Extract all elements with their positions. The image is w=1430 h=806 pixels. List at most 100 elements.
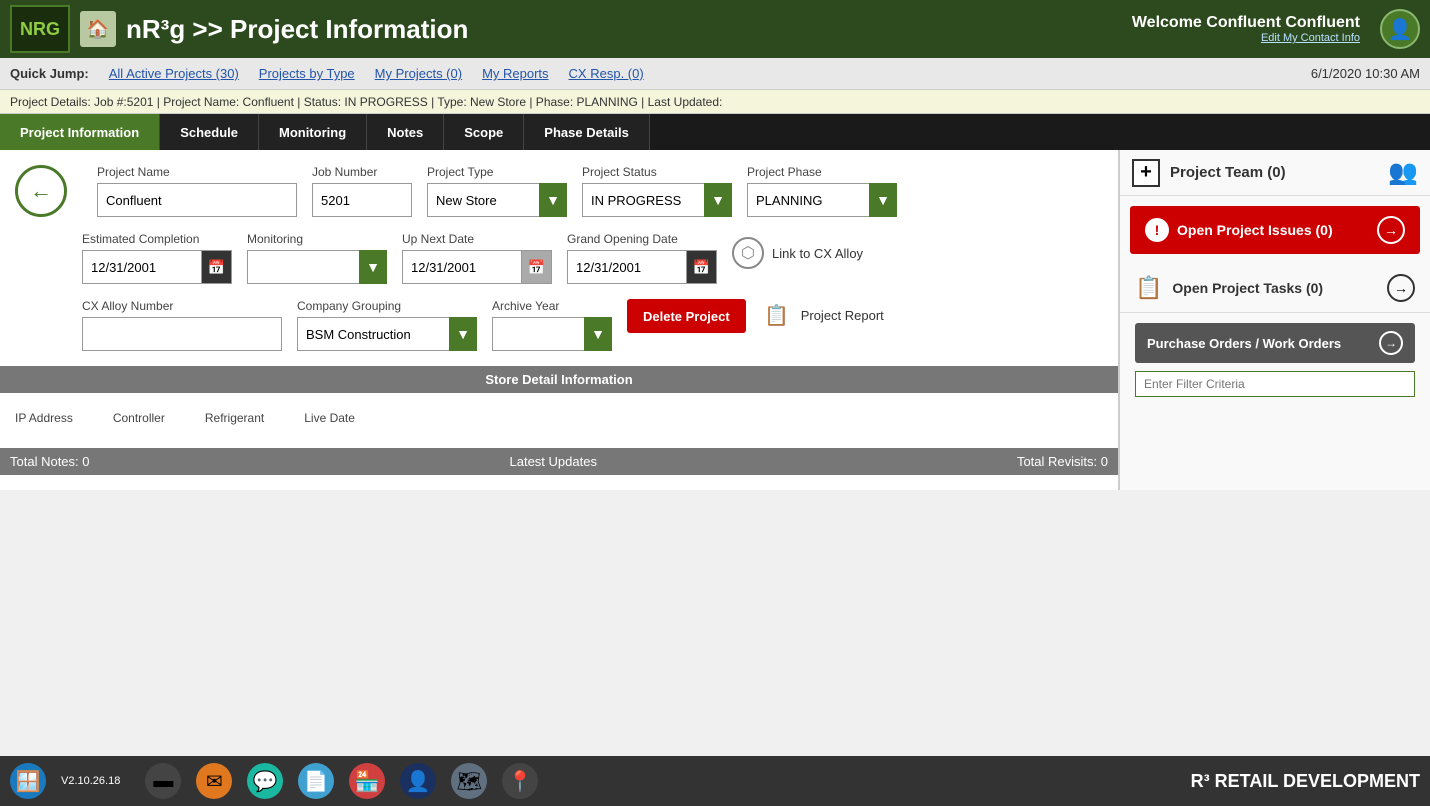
up-next-date-label: Up Next Date bbox=[402, 232, 552, 246]
grand-opening-input[interactable] bbox=[567, 250, 687, 284]
project-type-group: Project Type New Store Remodel Retrofit … bbox=[427, 165, 567, 217]
total-notes: Total Notes: 0 bbox=[10, 454, 90, 469]
all-active-projects-link[interactable]: All Active Projects (30) bbox=[109, 66, 239, 81]
taskbar-icon-location[interactable]: 📍 bbox=[502, 763, 538, 799]
project-phase-select[interactable]: PLANNING DESIGN CONSTRUCTION CLOSEOUT bbox=[747, 183, 897, 217]
taskbar-icon-email[interactable]: ✉ bbox=[196, 763, 232, 799]
team-label: Project Team (0) bbox=[1170, 164, 1378, 181]
welcome-area: Welcome Confluent Confluent Edit My Cont… bbox=[1132, 14, 1360, 44]
company-grouping-label: Company Grouping bbox=[297, 299, 477, 313]
delete-btn-container: Delete Project bbox=[627, 299, 746, 333]
job-number-label: Job Number bbox=[312, 165, 412, 179]
job-number-input[interactable] bbox=[312, 183, 412, 217]
taskbar-icon-app1[interactable]: ▬ bbox=[145, 763, 181, 799]
po-title: Purchase Orders / Work Orders bbox=[1147, 336, 1341, 351]
company-grouping-select-wrapper: BSM Construction Other ▼ bbox=[297, 317, 477, 351]
ip-address-label: IP Address bbox=[15, 411, 73, 425]
monitoring-group: Monitoring ▼ bbox=[247, 232, 387, 284]
estimated-completion-calendar-icon[interactable]: 📅 bbox=[202, 250, 232, 284]
form-row-3: CX Alloy Number Company Grouping BSM Con… bbox=[82, 299, 1103, 351]
cx-alloy-link-label: Link to CX Alloy bbox=[772, 246, 863, 261]
estimated-completion-input[interactable] bbox=[82, 250, 202, 284]
cx-alloy-number-label: CX Alloy Number bbox=[82, 299, 282, 313]
project-phase-select-wrapper: PLANNING DESIGN CONSTRUCTION CLOSEOUT ▼ bbox=[747, 183, 897, 217]
store-detail-row: IP Address Controller Refrigerant Live D… bbox=[15, 403, 1103, 433]
taskbar-icon-map[interactable]: 🗺 bbox=[451, 763, 487, 799]
tab-scope[interactable]: Scope bbox=[444, 114, 524, 150]
form-row-1: ← Project Name Job Number Project Type N… bbox=[15, 165, 1103, 217]
tab-notes[interactable]: Notes bbox=[367, 114, 444, 150]
project-type-select[interactable]: New Store Remodel Retrofit Other bbox=[427, 183, 567, 217]
project-type-label: Project Type bbox=[427, 165, 567, 179]
grand-opening-label: Grand Opening Date bbox=[567, 232, 717, 246]
po-header: Purchase Orders / Work Orders → bbox=[1135, 323, 1415, 363]
up-next-date-wrapper: 📅 bbox=[402, 250, 552, 284]
tab-monitoring[interactable]: Monitoring bbox=[259, 114, 367, 150]
open-project-issues-button[interactable]: ! Open Project Issues (0) → bbox=[1130, 206, 1420, 254]
taskbar-icon-doc[interactable]: 📄 bbox=[298, 763, 334, 799]
cx-alloy-link[interactable]: ⬡ Link to CX Alloy bbox=[732, 237, 863, 269]
issues-alert-icon: ! bbox=[1145, 218, 1169, 242]
tab-phase-details[interactable]: Phase Details bbox=[524, 114, 650, 150]
project-phase-group: Project Phase PLANNING DESIGN CONSTRUCTI… bbox=[747, 165, 897, 217]
taskbar-icon-store[interactable]: 🏪 bbox=[349, 763, 385, 799]
po-arrow-icon[interactable]: → bbox=[1379, 331, 1403, 355]
home-icon[interactable]: 🏠 bbox=[80, 11, 116, 47]
top-header: NRG 🏠 nR³g >> Project Information Welcom… bbox=[0, 0, 1430, 58]
grand-opening-calendar-icon[interactable]: 📅 bbox=[687, 250, 717, 284]
projects-by-type-link[interactable]: Projects by Type bbox=[259, 66, 355, 81]
up-next-date-calendar-icon[interactable]: 📅 bbox=[522, 250, 552, 284]
project-report-icon: 📋 bbox=[761, 299, 793, 331]
up-next-date-input[interactable] bbox=[402, 250, 522, 284]
company-grouping-group: Company Grouping BSM Construction Other … bbox=[297, 299, 477, 351]
tab-schedule[interactable]: Schedule bbox=[160, 114, 259, 150]
archive-year-select[interactable] bbox=[492, 317, 612, 351]
taskbar-icon-chat[interactable]: 💬 bbox=[247, 763, 283, 799]
project-status-label: Project Status bbox=[582, 165, 732, 179]
taskbar-version: V2.10.26.18 bbox=[61, 775, 120, 787]
add-team-member-button[interactable]: + bbox=[1132, 159, 1160, 187]
welcome-text: Welcome Confluent Confluent bbox=[1132, 14, 1360, 32]
project-name-input[interactable] bbox=[97, 183, 297, 217]
cx-alloy-number-input[interactable] bbox=[82, 317, 282, 351]
po-filter-input[interactable] bbox=[1135, 371, 1415, 397]
taskbar: 🪟 V2.10.26.18 ▬ ✉ 💬 📄 🏪 👤 🗺 📍 R³ RETAIL … bbox=[0, 756, 1430, 806]
cx-resp-link[interactable]: CX Resp. (0) bbox=[569, 66, 644, 81]
grand-opening-date-wrapper: 📅 bbox=[567, 250, 717, 284]
project-details-bar: Project Details: Job #:5201 | Project Na… bbox=[0, 90, 1430, 114]
right-panel: + Project Team (0) 👥 ! Open Project Issu… bbox=[1120, 150, 1430, 490]
refrigerant-label: Refrigerant bbox=[205, 411, 264, 425]
project-details-text: Project Details: Job #:5201 | Project Na… bbox=[10, 95, 722, 109]
taskbar-icon-windows[interactable]: 🪟 bbox=[10, 763, 46, 799]
up-next-date-group: Up Next Date 📅 bbox=[402, 232, 552, 284]
user-avatar[interactable]: 👤 bbox=[1380, 9, 1420, 49]
project-status-select[interactable]: IN PROGRESS PLANNING COMPLETE ON HOLD bbox=[582, 183, 732, 217]
notes-footer: Total Notes: 0 Latest Updates Total Revi… bbox=[0, 448, 1118, 475]
archive-year-select-wrapper: ▼ bbox=[492, 317, 612, 351]
job-number-group: Job Number bbox=[312, 165, 412, 217]
monitoring-select[interactable] bbox=[247, 250, 387, 284]
my-reports-link[interactable]: My Reports bbox=[482, 66, 548, 81]
archive-year-group: Archive Year ▼ bbox=[492, 299, 612, 351]
back-button[interactable]: ← bbox=[15, 165, 67, 217]
nrg-logo-box: NRG bbox=[10, 5, 70, 53]
datetime: 6/1/2020 10:30 AM bbox=[1311, 66, 1420, 81]
estimated-completion-date-wrapper: 📅 bbox=[82, 250, 232, 284]
taskbar-icon-user[interactable]: 👤 bbox=[400, 763, 436, 799]
project-report-link[interactable]: 📋 Project Report bbox=[761, 299, 884, 331]
issues-label: Open Project Issues (0) bbox=[1177, 222, 1369, 238]
edit-contact-link[interactable]: Edit My Contact Info bbox=[1132, 32, 1360, 44]
r3-retail-logo: R³ RETAIL DEVELOPMENT bbox=[1191, 771, 1420, 792]
my-projects-link[interactable]: My Projects (0) bbox=[375, 66, 462, 81]
grand-opening-group: Grand Opening Date 📅 bbox=[567, 232, 717, 284]
delete-project-button[interactable]: Delete Project bbox=[627, 299, 746, 333]
company-grouping-select[interactable]: BSM Construction Other bbox=[297, 317, 477, 351]
issues-arrow-icon: → bbox=[1377, 216, 1405, 244]
estimated-completion-group: Estimated Completion 📅 bbox=[82, 232, 232, 284]
form-row-2: Estimated Completion 📅 Monitoring ▼ Up N… bbox=[82, 232, 1103, 284]
tasks-arrow-button[interactable]: → bbox=[1387, 274, 1415, 302]
app-title: nR³g >> Project Information bbox=[126, 14, 468, 45]
latest-updates: Latest Updates bbox=[510, 454, 597, 469]
tab-project-information[interactable]: Project Information bbox=[0, 114, 160, 150]
open-project-tasks-row: 📋 Open Project Tasks (0) → bbox=[1120, 264, 1430, 313]
